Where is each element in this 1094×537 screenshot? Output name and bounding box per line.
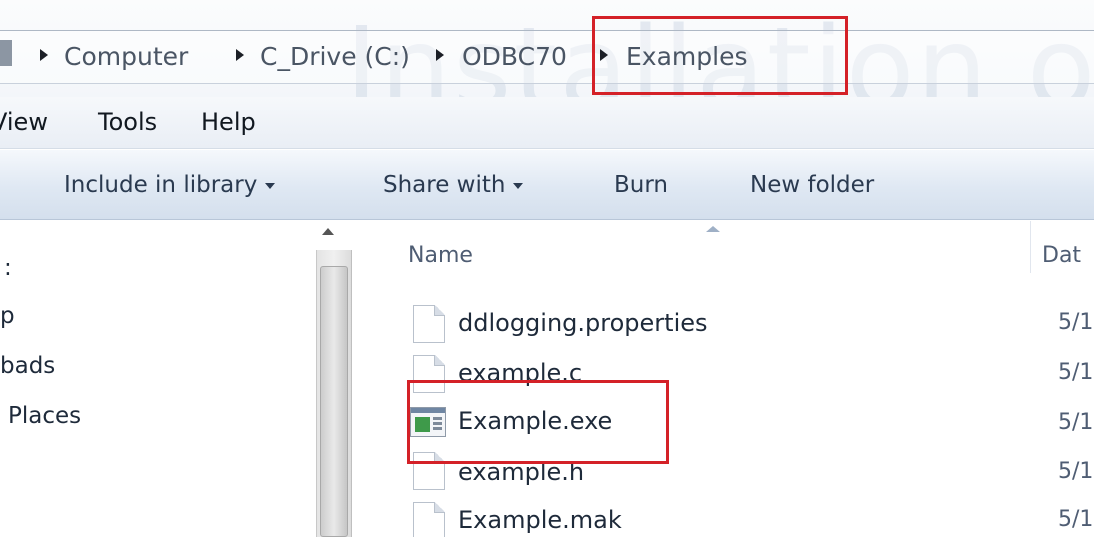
file-date: 5/1 [1058, 410, 1094, 435]
menu-tools[interactable]: Tools [98, 108, 157, 136]
file-date: 5/1 [1058, 459, 1094, 484]
document-icon [413, 502, 445, 537]
column-header-name[interactable]: Name [408, 243, 473, 268]
file-date: 5/1 [1058, 310, 1094, 335]
chevron-down-icon [513, 182, 524, 189]
file-date: 5/1 [1058, 360, 1094, 385]
breadcrumb-arrow-icon[interactable] [236, 49, 244, 61]
burn-button[interactable]: Burn [614, 172, 668, 198]
nav-item-partial[interactable]: : [4, 255, 12, 281]
breadcrumb-c-drive[interactable]: C_Drive (C:) [260, 42, 410, 71]
column-header-date[interactable]: Dat [1042, 243, 1081, 268]
menu-help[interactable]: Help [201, 108, 256, 136]
breadcrumb-odbc70[interactable]: ODBC70 [462, 42, 567, 71]
column-divider[interactable] [1030, 221, 1031, 273]
menu-view[interactable]: View [0, 108, 48, 136]
share-with-label: Share with [383, 172, 506, 198]
share-with-button[interactable]: Share with [383, 172, 524, 198]
include-in-library-button[interactable]: Include in library [64, 172, 276, 198]
file-name[interactable]: ddlogging.properties [458, 309, 708, 337]
file-name[interactable]: Example.mak [458, 506, 622, 534]
include-in-library-label: Include in library [64, 172, 258, 198]
breadcrumb-overflow-icon[interactable] [0, 40, 12, 66]
nav-item-downloads[interactable]: bads [0, 353, 55, 379]
breadcrumb-arrow-icon[interactable] [40, 49, 48, 61]
highlight-box [407, 380, 669, 464]
highlight-box [592, 16, 848, 95]
navigation-pane [0, 221, 320, 537]
menu-bar [0, 97, 1094, 149]
nav-item-recent-places[interactable]: Places [8, 403, 81, 429]
breadcrumb-computer[interactable]: Computer [64, 42, 188, 71]
chevron-down-icon [265, 182, 276, 189]
sort-ascending-icon [706, 226, 720, 232]
scroll-up-icon[interactable] [322, 228, 334, 235]
document-icon [413, 305, 445, 343]
new-folder-button[interactable]: New folder [750, 172, 874, 198]
breadcrumb-arrow-icon[interactable] [436, 49, 444, 61]
file-date: 5/1 [1058, 507, 1094, 532]
nav-item-desktop[interactable]: p [0, 303, 15, 329]
scrollbar-thumb[interactable] [320, 266, 348, 537]
